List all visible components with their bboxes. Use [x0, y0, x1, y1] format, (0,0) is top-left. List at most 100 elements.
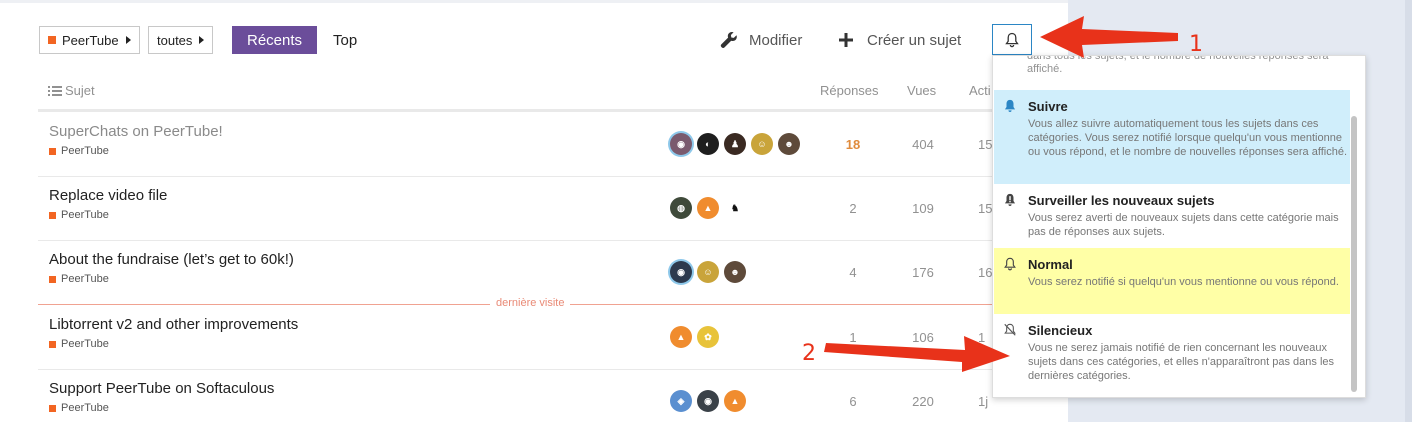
avatar[interactable]: ◉	[670, 261, 692, 283]
topic-category-label: PeerTube	[61, 338, 109, 350]
menu-option-normal[interactable]: Normal Vous serez notifié si quelqu'un v…	[994, 248, 1350, 314]
activity-age[interactable]: 16	[978, 265, 992, 280]
reply-count[interactable]: 1	[838, 330, 868, 345]
reply-count[interactable]: 6	[838, 394, 868, 409]
bell-exclamation-icon	[1004, 193, 1016, 206]
create-topic-button[interactable]: Créer un sujet	[838, 26, 961, 54]
topic-category-label: PeerTube	[61, 273, 109, 285]
topic-category[interactable]: PeerTube	[49, 402, 109, 414]
topic-title-link[interactable]: Replace video file	[49, 187, 167, 204]
menu-partial-text: dans tous les sujets, et le nombre de no…	[1027, 55, 1329, 75]
view-count: 220	[912, 394, 934, 409]
topic-title-link[interactable]: SuperChats on PeerTube!	[49, 123, 223, 140]
topic-title-link[interactable]: About the fundraise (let’s get to 60k!)	[49, 251, 294, 268]
edit-category-button[interactable]: Modifier	[720, 26, 802, 54]
menu-option-watching-first-post[interactable]: Surveiller les nouveaux sujets Vous sere…	[994, 184, 1350, 248]
avatar[interactable]: ♞	[724, 197, 746, 219]
topic-category[interactable]: PeerTube	[49, 209, 109, 221]
option-description: Vous serez notifié si quelqu'un vous men…	[1028, 276, 1339, 288]
option-title: Surveiller les nouveaux sujets	[1028, 193, 1215, 208]
menu-option-muted[interactable]: Silencieux Vous ne serez jamais notifié …	[994, 314, 1350, 394]
activity-age[interactable]: 1j	[978, 394, 988, 409]
option-description: Vous allez suivre automatiquement tous l…	[1028, 118, 1347, 158]
poster-avatars: ◍ ▲ ♞	[670, 197, 751, 219]
edit-category-label: Modifier	[749, 31, 803, 49]
reply-count[interactable]: 4	[838, 265, 868, 280]
option-description: Vous serez averti de nouveaux sujets dan…	[1028, 212, 1339, 238]
avatar[interactable]: ♟	[724, 133, 746, 155]
topic-category[interactable]: PeerTube	[49, 273, 109, 285]
activity-age[interactable]: 15	[978, 137, 992, 152]
avatar[interactable]: ◉	[697, 390, 719, 412]
category-color-swatch	[48, 36, 56, 44]
activity-age[interactable]: 15	[978, 201, 992, 216]
avatar[interactable]: ✿	[697, 326, 719, 348]
topic-category-label: PeerTube	[61, 145, 109, 157]
notification-level-button[interactable]	[992, 24, 1032, 55]
topic-category[interactable]: PeerTube	[49, 145, 109, 157]
avatar[interactable]: ◈	[670, 390, 692, 412]
annotation-label-1: 1	[1189, 32, 1203, 57]
activity-age[interactable]: 1	[978, 330, 985, 345]
list-icon	[48, 85, 62, 96]
subcategory-dropdown-label: toutes	[157, 32, 193, 48]
column-activity[interactable]: Acti	[969, 83, 991, 98]
view-count: 176	[912, 265, 934, 280]
category-dropdown[interactable]: PeerTube	[39, 26, 140, 54]
menu-scrollbar[interactable]	[1351, 116, 1357, 392]
category-color-swatch	[49, 404, 56, 412]
avatar[interactable]: ▲	[724, 390, 746, 412]
table-row[interactable]: About the fundraise (let’s get to 60k!) …	[38, 241, 1068, 305]
view-count: 109	[912, 201, 934, 216]
avatar[interactable]: ▲	[670, 326, 692, 348]
option-title: Suivre	[1028, 99, 1068, 114]
table-row[interactable]: Support PeerTube on Softaculous PeerTube…	[38, 370, 1068, 422]
category-dropdown-label: PeerTube	[62, 32, 119, 48]
view-count: 404	[912, 137, 934, 152]
avatar[interactable]: ◍	[670, 197, 692, 219]
topic-title-link[interactable]: Libtorrent v2 and other improvements	[49, 316, 298, 333]
column-topic-label: Sujet	[65, 83, 95, 98]
bell-outline-icon	[1004, 257, 1016, 271]
last-visit-divider: dernière visite	[38, 297, 1068, 309]
bell-slash-icon	[1004, 323, 1016, 336]
avatar[interactable]: ☺	[697, 261, 719, 283]
topic-list-header: Sujet Réponses Vues Acti	[38, 74, 1068, 112]
option-title: Normal	[1028, 257, 1073, 272]
table-row[interactable]: Libtorrent v2 and other improvements Pee…	[38, 306, 1068, 370]
category-color-swatch	[49, 147, 56, 155]
avatar[interactable]: ◐	[697, 133, 719, 155]
topic-title-link[interactable]: Support PeerTube on Softaculous	[49, 380, 274, 397]
poster-avatars: ▲ ✿	[670, 326, 724, 348]
tab-recent[interactable]: Récents	[232, 26, 317, 54]
avatar[interactable]: ▲	[697, 197, 719, 219]
bell-filled-icon	[1004, 99, 1016, 112]
column-replies[interactable]: Réponses	[820, 83, 879, 98]
avatar[interactable]: ☻	[778, 133, 800, 155]
table-row[interactable]: SuperChats on PeerTube! PeerTube ◉ ◐ ♟ ☺…	[38, 113, 1068, 177]
topic-category-label: PeerTube	[61, 402, 109, 414]
reply-count[interactable]: 2	[838, 201, 868, 216]
avatar[interactable]: ◉	[670, 133, 692, 155]
topic-category[interactable]: PeerTube	[49, 338, 109, 350]
create-topic-label: Créer un sujet	[867, 31, 962, 49]
menu-option-watching[interactable]: Suivre Vous allez suivre automatiquement…	[994, 90, 1350, 184]
avatar[interactable]: ☺	[751, 133, 773, 155]
column-topic[interactable]: Sujet	[48, 83, 95, 98]
option-description: Vous ne serez jamais notifié de rien con…	[1028, 342, 1335, 382]
topic-category-label: PeerTube	[61, 209, 109, 221]
column-views[interactable]: Vues	[907, 83, 936, 98]
reply-count[interactable]: 18	[838, 137, 868, 152]
poster-avatars: ◉ ◐ ♟ ☺ ☻	[670, 133, 805, 155]
table-row[interactable]: Replace video file PeerTube ◍ ▲ ♞ 2 109 …	[38, 177, 1068, 241]
subcategory-dropdown[interactable]: toutes	[148, 26, 214, 54]
top-border	[0, 0, 1068, 3]
avatar[interactable]: ☻	[724, 261, 746, 283]
topic-list-page: PeerTube toutes Récents Top Modifier Cré…	[0, 0, 1068, 422]
category-color-swatch	[49, 211, 56, 219]
poster-avatars: ◈ ◉ ▲	[670, 390, 751, 412]
page-scrollbar[interactable]	[1405, 0, 1412, 422]
wrench-icon	[720, 31, 737, 49]
tab-top[interactable]: Top	[333, 26, 357, 54]
notification-level-menu: dans tous les sujets, et le nombre de no…	[992, 55, 1366, 398]
